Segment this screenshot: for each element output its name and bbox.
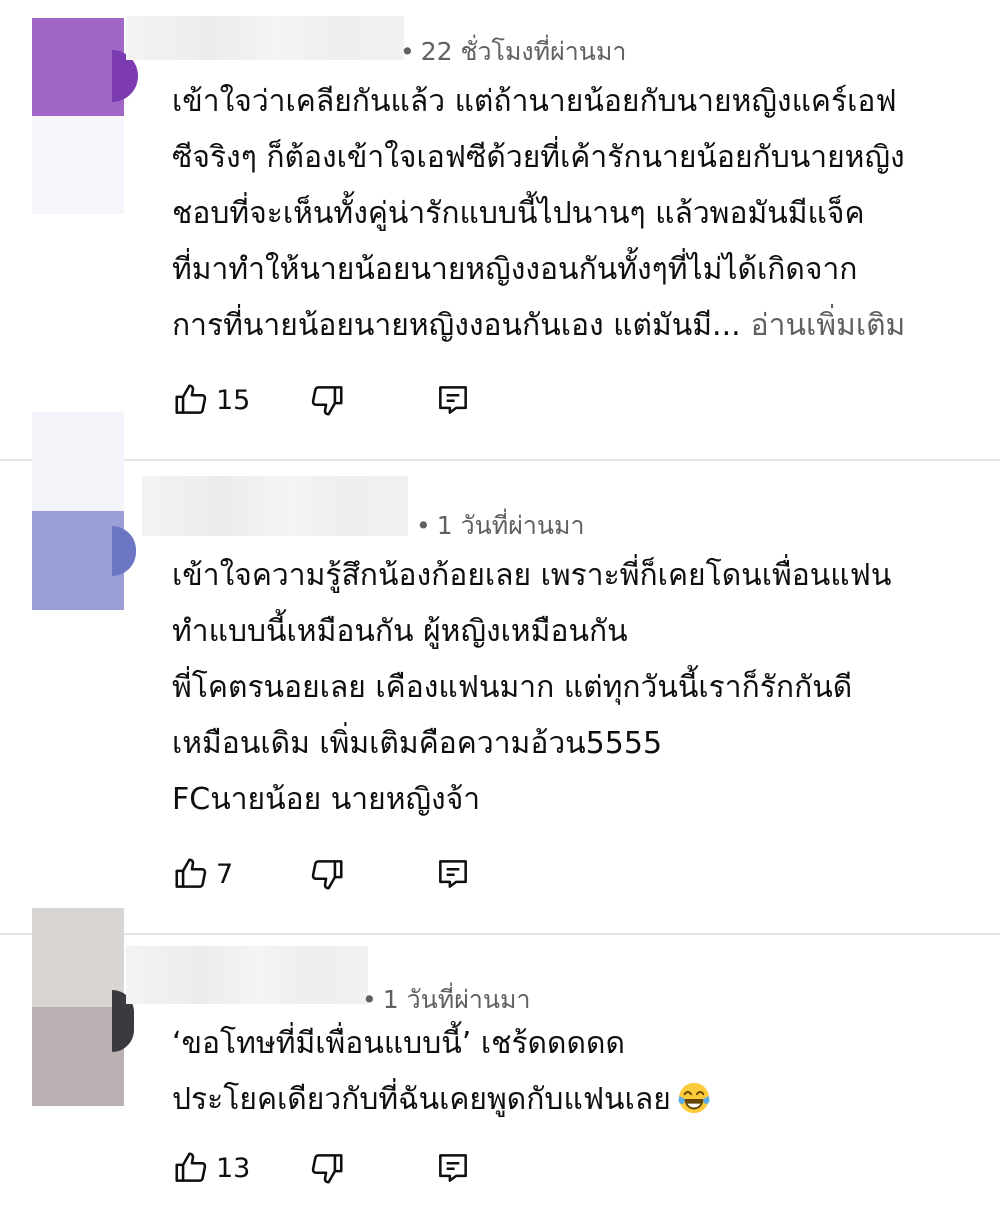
comment-time: • 1 วันที่ผ่านมา: [416, 506, 585, 546]
comment-actions: 7: [172, 854, 492, 894]
reply-icon: [439, 1154, 467, 1182]
separator-dot: •: [416, 511, 431, 540]
comment-2: • 1 วันที่ผ่านมา เข้าใจความรู้สึกน้องก้อย…: [0, 412, 1000, 932]
comment-time: • 1 วันที่ผ่านมา: [362, 980, 531, 1020]
separator-dot: •: [362, 985, 377, 1014]
time-text: 1 วันที่ผ่านมา: [382, 985, 531, 1014]
comment-line: ซีจริงๆ ก็ต้องเข้าใจเอฟซีด้วยที่เค้ารักน…: [172, 140, 905, 175]
thumbs-up-icon: [175, 858, 207, 888]
comment-line: เข้าใจว่าเคลียกันแล้ว แต่ถ้านายน้อยกับนา…: [172, 84, 897, 119]
comment-1: • 22 ชั่วโมงที่ผ่านมา เข้าใจว่าเคลียกันแล…: [0, 0, 1000, 460]
reply-icon: [439, 860, 467, 888]
comment-text: เข้าใจว่าเคลียกันแล้ว แต่ถ้านายน้อยกับนา…: [172, 74, 972, 354]
dislike-button[interactable]: [308, 1148, 346, 1188]
like-button[interactable]: 7: [172, 854, 233, 894]
comment-line: ประโยคเดียวกับที่ฉันเคยพูดกับแฟนเลย: [172, 1082, 671, 1117]
comment-actions: 13: [172, 1148, 492, 1188]
comment-line: ที่มาทำให้นายน้อยนายหญิงงอนกันทั้งๆที่ไม…: [172, 252, 858, 287]
comment-line: FCนายน้อย นายหญิงจ้า: [172, 782, 481, 817]
comment-time: • 22 ชั่วโมงที่ผ่านมา: [400, 32, 626, 72]
dislike-button[interactable]: [308, 854, 346, 894]
like-count: 7: [216, 858, 234, 890]
time-text: 1 วันที่ผ่านมา: [436, 511, 585, 540]
comment-text: เข้าใจความรู้สึกน้องก้อยเลย เพราะพี่ก็เค…: [172, 548, 972, 828]
reply-button[interactable]: [434, 1148, 472, 1188]
separator-dot: •: [400, 37, 415, 66]
like-count: 15: [216, 384, 251, 416]
thumbs-down-icon: [311, 1154, 343, 1184]
comment-line: ‘ขอโทษที่มีเพื่อนแบบนี้’ เชร้ดดดดด: [172, 1026, 625, 1061]
face-with-tears-of-joy-icon: [678, 1082, 710, 1114]
like-count: 13: [216, 1152, 251, 1184]
comment-line: เข้าใจความรู้สึกน้องก้อยเลย เพราะพี่ก็เค…: [172, 558, 892, 593]
like-button[interactable]: 13: [172, 1148, 250, 1188]
reply-button[interactable]: [434, 854, 472, 894]
author-name-redacted: [126, 16, 404, 60]
comment-3: • 1 วันที่ผ่านมา ‘ขอโทษที่มีเพื่อนแบบนี้’…: [0, 908, 1000, 1219]
comment-line: การที่นายน้อยนายหญิงงอนกันเอง แต่มันมี..…: [172, 308, 741, 343]
author-name-redacted: [126, 946, 368, 1004]
comment-text: ‘ขอโทษที่มีเพื่อนแบบนี้’ เชร้ดดดดด ประโย…: [172, 1016, 972, 1128]
comment-line: ทำแบบนี้เหมือนกัน ผู้หญิงเหมือนกัน: [172, 614, 628, 649]
comment-last-line: ประโยคเดียวกับที่ฉันเคยพูดกับแฟนเลย: [172, 1072, 972, 1128]
comment-last-line: การที่นายน้อยนายหญิงงอนกันเอง แต่มันมี..…: [172, 298, 972, 354]
comment-line: พี่โคตรนอยเลย เคืองแฟนมาก แต่ทุกวันนี้เร…: [172, 670, 853, 705]
avatar-edge: [112, 526, 136, 576]
time-text: 22 ชั่วโมงที่ผ่านมา: [420, 37, 627, 66]
thumbs-up-icon: [175, 1152, 207, 1182]
avatar[interactable]: [32, 412, 124, 610]
comment-line: เหมือนเดิม เพิ่มเติมคือความอ้วน5555: [172, 726, 663, 761]
avatar[interactable]: [32, 908, 124, 1106]
thumbs-down-icon: [311, 860, 343, 890]
comment-line: ชอบที่จะเห็นทั้งคู่น่ารักแบบนี้ไปนานๆ แล…: [172, 196, 865, 231]
avatar[interactable]: [32, 18, 124, 214]
read-more-link[interactable]: อ่านเพิ่มเติม: [751, 308, 906, 343]
author-name-redacted: [142, 476, 408, 536]
